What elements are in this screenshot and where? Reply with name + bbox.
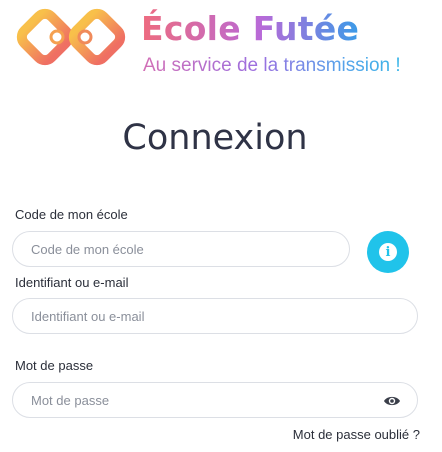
brand-tagline: Au service de la transmission ! bbox=[143, 55, 401, 76]
identifier-input[interactable] bbox=[13, 299, 417, 333]
school-code-input[interactable] bbox=[13, 232, 349, 266]
info-button[interactable]: i bbox=[367, 231, 409, 273]
brand-logo bbox=[16, 8, 126, 66]
identifier-field-wrapper bbox=[12, 298, 418, 334]
brand-name: École Futée bbox=[141, 9, 360, 48]
eye-icon[interactable] bbox=[383, 395, 401, 407]
school-code-field-wrapper bbox=[12, 231, 350, 267]
password-label: Mot de passe bbox=[15, 358, 94, 373]
identifier-label: Identifiant ou e-mail bbox=[15, 275, 129, 290]
forgot-password-link[interactable]: Mot de passe oublié ? bbox=[293, 427, 420, 442]
page-title: Connexion bbox=[122, 118, 308, 158]
school-code-label: Code de mon école bbox=[15, 207, 128, 222]
password-input[interactable] bbox=[13, 383, 417, 417]
password-field-wrapper bbox=[12, 382, 418, 418]
info-icon: i bbox=[379, 243, 397, 261]
